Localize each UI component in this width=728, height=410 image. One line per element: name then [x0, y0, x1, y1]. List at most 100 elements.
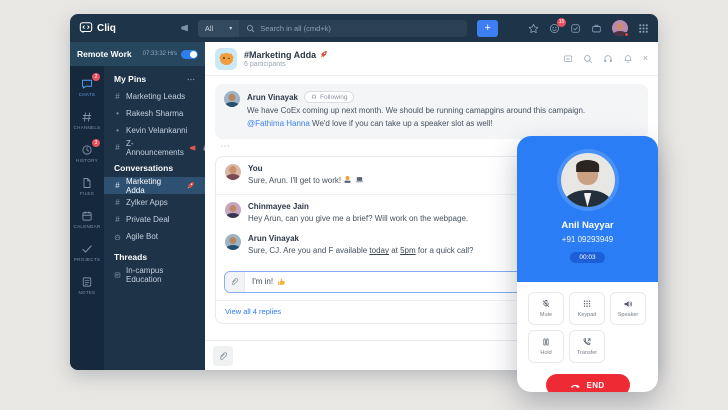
conversation-item-agile-bot[interactable]: Agile Bot: [104, 228, 205, 245]
pin-label: Kevin Velankanni: [126, 126, 187, 135]
message-body: Hey Arun, can you give me a brief? Will …: [248, 214, 468, 223]
mention-link[interactable]: @Fathima Hanna: [247, 119, 310, 128]
nav-projects[interactable]: PROJECTS: [70, 236, 104, 269]
nav-history[interactable]: HISTORY 3: [70, 137, 104, 170]
transfer-label: Transfer: [577, 350, 597, 356]
phone-transfer-icon: [582, 337, 592, 347]
hash-icon: #: [114, 215, 121, 224]
author-name-text: You: [248, 164, 263, 173]
bot-icon: [114, 233, 121, 241]
nav-channels-label: CHANNELS: [74, 125, 101, 130]
conversation-item-private-deal[interactable]: # Private Deal: [104, 211, 205, 228]
rocket-icon: [319, 50, 328, 59]
nav-files[interactable]: FILES: [70, 170, 104, 203]
author-name: Arun Vinayak Following: [247, 91, 639, 103]
participants-count: 6 participants: [244, 61, 328, 68]
conversation-label: Private Deal: [126, 215, 170, 224]
hold-button[interactable]: Hold: [528, 330, 564, 363]
reply-draft-value: I'm in!: [252, 277, 273, 286]
threads-title-text: Threads: [114, 252, 147, 262]
channel-title: #Marketing Adda: [244, 50, 328, 60]
message-icon[interactable]: [563, 54, 573, 64]
nav-chats[interactable]: CHATS 2: [70, 71, 104, 104]
mute-button[interactable]: Mute: [528, 292, 564, 325]
avatar-you[interactable]: [225, 164, 241, 180]
apps-grid-icon[interactable]: [638, 23, 649, 34]
keypad-icon: [582, 299, 592, 309]
close-icon[interactable]: ×: [643, 54, 648, 63]
search-scope-select[interactable]: All ▾: [198, 20, 239, 37]
end-call-button[interactable]: END: [546, 374, 630, 392]
attachment-icon[interactable]: [225, 272, 245, 292]
pins-menu-icon[interactable]: ⋯: [187, 75, 195, 84]
nav-chats-label: CHATS: [79, 92, 95, 97]
user-avatar[interactable]: [612, 20, 628, 36]
author-name-text: Arun Vinayak: [247, 93, 298, 102]
sidebar: My Pins ⋯ # Marketing Leads • Rakesh Sha…: [104, 66, 205, 370]
conversation-item-marketing-adda[interactable]: # Marketing Adda: [104, 177, 205, 194]
call-card: Anil Nayyar +91 09293949 00:03 Mute Keyp…: [517, 136, 658, 392]
reactions-icon[interactable]: 15: [549, 23, 560, 34]
cliq-logo[interactable]: Cliq: [79, 21, 116, 35]
cliq-logo-icon: [79, 21, 93, 35]
thread-icon: [114, 271, 121, 279]
speaker-label: Speaker: [618, 312, 639, 318]
nav-history-label: HISTORY: [76, 158, 98, 163]
availability-toggle[interactable]: [181, 50, 198, 59]
conversation-label: Marketing Adda: [126, 177, 181, 195]
briefcase-icon[interactable]: [591, 23, 602, 34]
bell-icon[interactable]: [623, 54, 633, 64]
callee-name: Anil Nayyar: [561, 220, 613, 231]
pin-item-z-announcements[interactable]: # Z-Announcements: [104, 139, 205, 156]
announce-icon[interactable]: [180, 23, 190, 33]
author-name-text: Chinmayee Jain: [248, 202, 309, 211]
laptop-emoji: [355, 175, 364, 184]
callee-avatar: [561, 153, 615, 207]
pause-icon: [541, 337, 551, 347]
avatar-chinmayee[interactable]: [225, 202, 241, 218]
dot-icon: •: [114, 126, 121, 135]
speaker-icon: [623, 299, 633, 309]
phone-down-icon: [570, 380, 581, 391]
tasks-icon[interactable]: [570, 23, 581, 34]
thread-item-in-campus-education[interactable]: In-campus Education: [104, 266, 205, 283]
audio-call-icon[interactable]: [603, 54, 613, 64]
5pm-link[interactable]: 5pm: [400, 246, 416, 255]
keypad-button[interactable]: Keypad: [569, 292, 605, 325]
transfer-button[interactable]: Transfer: [569, 330, 605, 363]
attachment-icon[interactable]: [213, 346, 233, 366]
reply-draft-text: I'm in!: [245, 277, 293, 286]
chat-header: #Marketing Adda 6 participants: [205, 42, 658, 76]
pin-label: Rakesh Sharma: [126, 109, 183, 118]
callee-number: +91 09293949: [562, 235, 613, 244]
search-icon[interactable]: [583, 54, 593, 64]
pin-item-kevin-velankanni[interactable]: • Kevin Velankanni: [104, 122, 205, 139]
conversations-section-title: Conversations: [104, 163, 205, 173]
following-pill[interactable]: Following: [304, 91, 354, 103]
nav-calendar[interactable]: CALENDAR: [70, 203, 104, 236]
favorites-icon[interactable]: [528, 23, 539, 34]
pins-section-title: My Pins ⋯: [104, 74, 205, 84]
keypad-label: Keypad: [578, 312, 597, 318]
topbar: Cliq All ▾ Search in all (cmd+k) +: [70, 14, 658, 42]
pin-item-rakesh-sharma[interactable]: • Rakesh Sharma: [104, 105, 205, 122]
nav-notes[interactable]: NOTES: [70, 269, 104, 302]
nav-channels[interactable]: CHANNELS: [70, 104, 104, 137]
conversation-item-zylker-apps[interactable]: # Zylker Apps: [104, 194, 205, 211]
global-search[interactable]: Search in all (cmd+k): [239, 20, 467, 37]
plus-icon: +: [485, 22, 491, 34]
conversation-label: Agile Bot: [126, 232, 158, 241]
pin-label: Z-Announcements: [126, 139, 184, 157]
new-chat-button[interactable]: +: [477, 20, 498, 37]
call-timer: 00:03: [570, 252, 604, 263]
channel-avatar: [215, 48, 237, 70]
speaker-button[interactable]: Speaker: [610, 292, 646, 325]
pin-item-marketing-leads[interactable]: # Marketing Leads: [104, 88, 205, 105]
message-part: for a quick call?: [416, 246, 474, 255]
today-link[interactable]: today: [369, 246, 389, 255]
chats-badge: 2: [92, 73, 100, 81]
search-icon: [246, 24, 255, 33]
avatar-arun[interactable]: [225, 234, 241, 250]
bell-icon: [311, 94, 317, 100]
avatar-arun[interactable]: [224, 91, 240, 107]
